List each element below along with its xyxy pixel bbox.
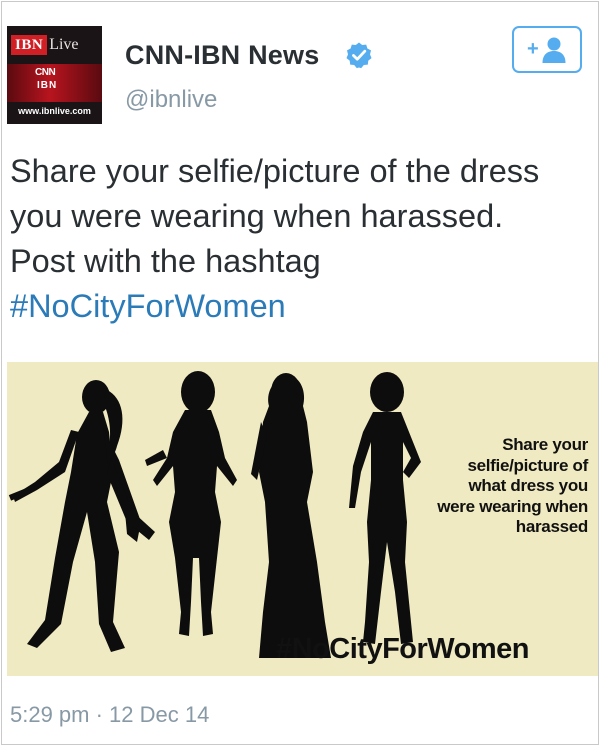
silhouette-saree-woman [251, 373, 331, 658]
tweet-card: IBN Live CNN IBN www.ibnlive.com CNN-IBN… [1, 1, 599, 745]
media-hashtag: #NoCityForWomen [276, 633, 529, 665]
media-caption-line: selfie/picture of [467, 455, 588, 475]
silhouette-standing-woman [145, 371, 237, 636]
tweet-media-image[interactable]: Share your selfie/picture of what dress … [7, 362, 598, 676]
avatar-brand: IBN Live [11, 35, 79, 55]
follow-user-icon: + [527, 37, 566, 63]
tweet-line: Share your selfie/picture of the dress [10, 153, 540, 189]
user-handle[interactable]: @ibnlive [125, 86, 217, 114]
avatar-brand-live: Live [49, 36, 79, 53]
media-caption-line: what dress you [468, 476, 588, 495]
follow-button[interactable]: + [512, 26, 582, 73]
tweet-line: you were wearing when harassed. [10, 198, 504, 234]
tweet-line: Post with the hashtag [10, 243, 321, 279]
avatar-brand-ibn: IBN [11, 35, 48, 55]
avatar[interactable]: IBN Live CNN IBN www.ibnlive.com [7, 26, 102, 124]
follow-plus-icon: + [527, 38, 539, 60]
avatar-logo-cnn: CNN [35, 67, 56, 78]
avatar-url: www.ibnlive.com [18, 106, 91, 116]
silhouette-walking-woman [8, 380, 155, 652]
tweet-hashtag-link[interactable]: #NoCityForWomen [10, 284, 595, 329]
verified-badge-icon [346, 42, 372, 69]
media-caption-line: were wearing when [437, 496, 588, 516]
media-caption-line: Share your [502, 435, 588, 454]
avatar-logo-ibn: IBN [37, 80, 58, 91]
media-caption-line: harassed [515, 517, 589, 536]
tweet-text: Share your selfie/picture of the dress y… [10, 149, 595, 329]
display-name[interactable]: CNN-IBN News [125, 40, 319, 71]
media-caption: Share your selfie/picture of what dress … [408, 435, 588, 538]
tweet-timestamp[interactable]: 5:29 pm · 12 Dec 14 [10, 702, 209, 728]
